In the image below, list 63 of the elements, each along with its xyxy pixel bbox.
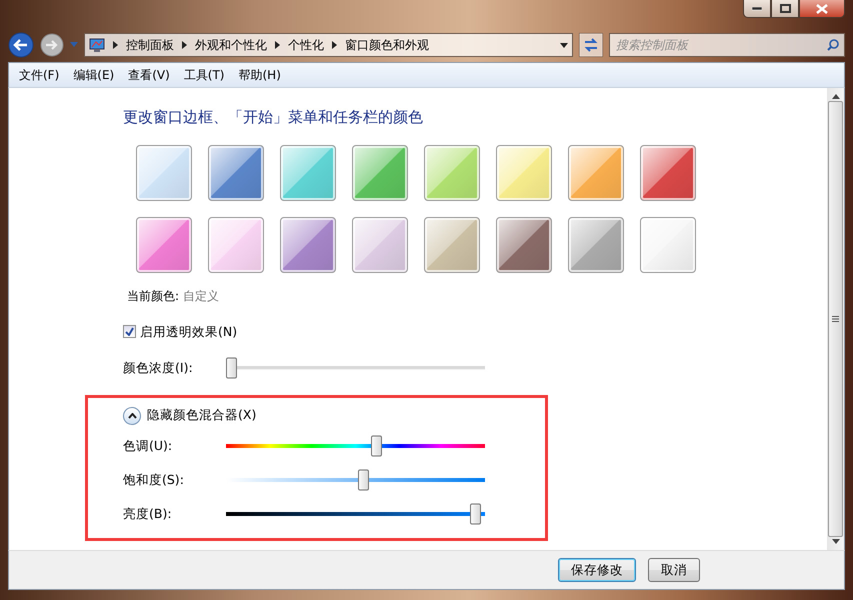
scroll-down-icon[interactable]	[832, 539, 840, 544]
scroll-up-icon[interactable]	[832, 94, 840, 99]
color-swatch[interactable]	[496, 216, 552, 272]
slider-label: 亮度(B):	[123, 504, 173, 523]
color-swatch[interactable]	[136, 144, 192, 200]
scrollbar[interactable]	[827, 88, 844, 550]
slider-thumb[interactable]	[371, 436, 382, 456]
breadcrumb-arrow-icon	[113, 41, 118, 49]
control-panel-icon	[89, 38, 105, 52]
menu-item[interactable]: 工具(T)	[184, 66, 224, 84]
page-heading: 更改窗口边框、「开始」菜单和任务栏的颜色	[123, 107, 424, 128]
slider-label: 色调(U):	[123, 436, 174, 455]
breadcrumb-arrow-icon	[275, 41, 280, 49]
color-swatch[interactable]	[568, 216, 624, 272]
search-icon	[827, 39, 839, 51]
maximize-icon	[780, 4, 790, 13]
checkbox[interactable]	[123, 325, 136, 338]
color-swatch[interactable]	[280, 144, 336, 200]
close-button[interactable]	[799, 0, 845, 18]
color-swatch[interactable]	[352, 216, 408, 272]
slider-thumb[interactable]	[358, 470, 370, 490]
cancel-button[interactable]: 取消	[648, 558, 700, 582]
dropdown-icon[interactable]	[560, 42, 568, 48]
current-color-label: 当前颜色:	[127, 288, 180, 302]
color-swatch[interactable]	[640, 144, 696, 200]
menu-item[interactable]: 帮助(H)	[238, 66, 281, 84]
breadcrumb-item[interactable]: 外观和个性化	[195, 36, 267, 54]
color-swatch[interactable]	[352, 144, 408, 200]
menu-item[interactable]: 文件(F)	[19, 66, 60, 84]
slider-thumb[interactable]	[470, 504, 481, 524]
color-swatch[interactable]	[208, 216, 264, 272]
grip-icon	[832, 316, 839, 322]
color-swatch[interactable]	[424, 216, 480, 272]
breadcrumb-item[interactable]: 个性化	[288, 36, 324, 54]
color-swatch[interactable]	[280, 216, 336, 272]
slider-thumb[interactable]	[226, 358, 238, 379]
slider-label: 颜色浓度(I):	[123, 358, 194, 377]
minimize-icon	[752, 6, 762, 10]
color-swatch[interactable]	[496, 144, 552, 200]
color-swatch[interactable]	[424, 144, 480, 200]
menu-item[interactable]: 编辑(E)	[73, 66, 114, 84]
breadcrumb-item[interactable]: 窗口颜色和外观	[345, 36, 429, 54]
search-field[interactable]: 搜索控制面板	[609, 33, 845, 57]
checkbox-label: 启用透明效果(N)	[140, 322, 238, 340]
color-swatch[interactable]	[568, 144, 624, 200]
color-swatch[interactable]	[640, 216, 696, 272]
maximize-button[interactable]	[771, 0, 799, 18]
breadcrumb-arrow-icon	[182, 41, 187, 49]
menu-item[interactable]: 查看(V)	[128, 66, 170, 84]
color-swatch[interactable]	[136, 216, 192, 272]
toggle-link[interactable]: 隐藏颜色混合器(X)	[147, 406, 256, 425]
slider-label: 饱和度(S):	[123, 470, 185, 489]
breadcrumb-arrow-icon	[332, 41, 337, 49]
save-button[interactable]: 保存修改	[558, 558, 636, 582]
refresh-button[interactable]	[579, 33, 603, 57]
breadcrumb-item[interactable]: 控制面板	[126, 36, 174, 54]
back-button[interactable]	[8, 32, 34, 58]
address-bar[interactable]: 控制面板 外观和个性化 个性化 窗口颜色和外观	[84, 33, 573, 57]
current-color-value: 自定义	[182, 288, 219, 302]
close-icon	[816, 4, 828, 14]
forward-button[interactable]	[40, 33, 64, 57]
minimize-button[interactable]	[743, 0, 771, 18]
color-swatch[interactable]	[208, 144, 264, 200]
